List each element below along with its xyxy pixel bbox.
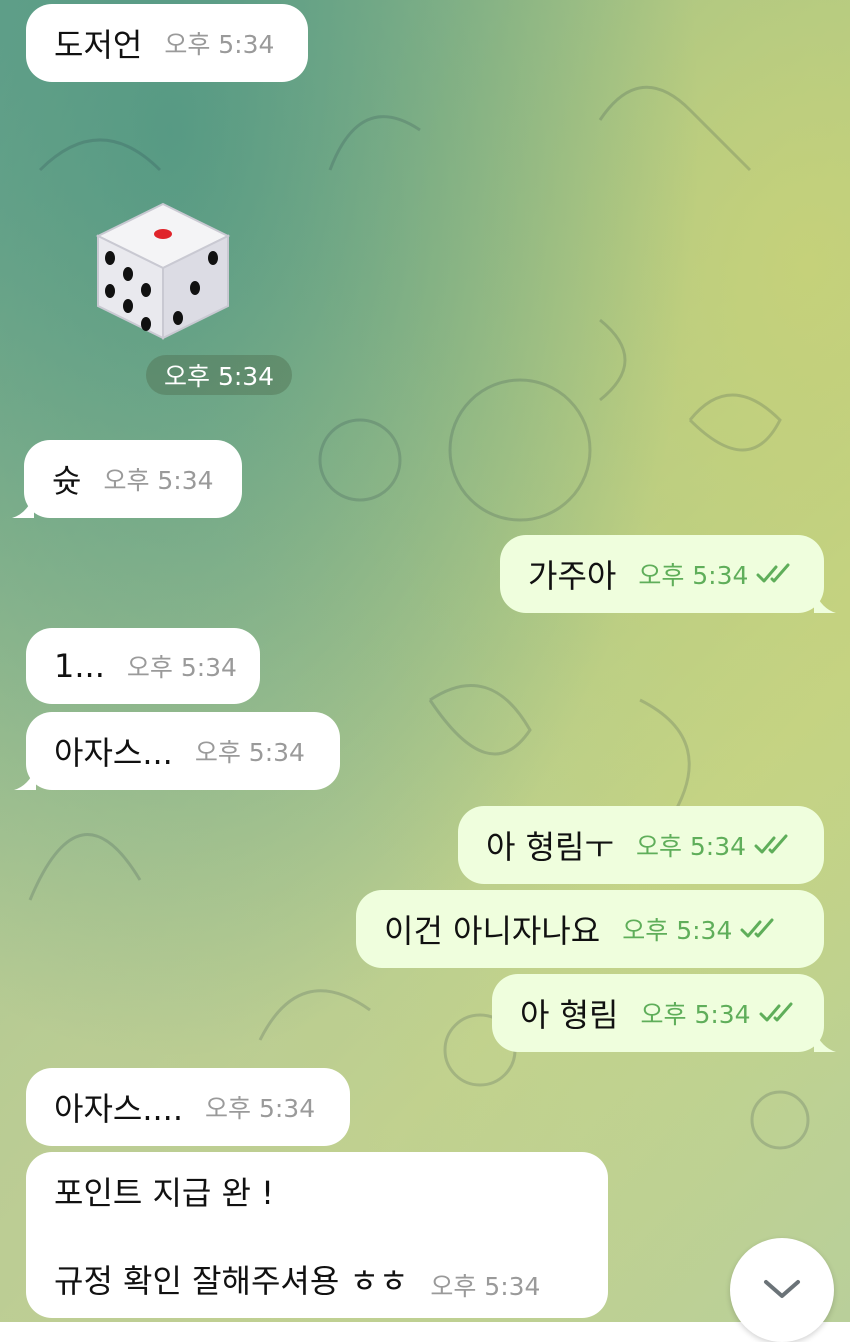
chevron-down-icon bbox=[764, 1280, 800, 1298]
incoming-message[interactable]: 1... 오후 5:34 bbox=[26, 628, 260, 704]
message-text: 아 형림 bbox=[520, 996, 619, 1034]
double-check-icon bbox=[759, 1002, 793, 1022]
message-text-line: 규정 확인 잘해주셔용 ㅎㅎ bbox=[54, 1262, 409, 1300]
outgoing-message[interactable]: 가주아 오후 5:34 bbox=[500, 535, 836, 613]
incoming-message[interactable]: 아자스.... 오후 5:34 bbox=[26, 1068, 350, 1146]
message-time: 오후 5:34 bbox=[194, 738, 305, 767]
message-text: 슛 bbox=[52, 462, 82, 500]
incoming-message[interactable]: 포인트 지급 완 ! 규정 확인 잘해주셔용 ㅎㅎ 오후 5:34 bbox=[26, 1152, 608, 1318]
double-check-icon bbox=[756, 563, 790, 583]
message-text-spacer bbox=[54, 1215, 64, 1259]
message-time: 오후 5:34 bbox=[638, 561, 749, 590]
message-text: 도저언 bbox=[54, 26, 143, 64]
incoming-message[interactable]: 도저언 오후 5:34 bbox=[26, 4, 308, 82]
message-text: 아자스... bbox=[54, 734, 173, 772]
dice-emoji[interactable] bbox=[88, 196, 238, 346]
double-check-icon bbox=[754, 834, 788, 854]
message-time: 오후 5:34 bbox=[164, 30, 275, 59]
message-time: 오후 5:34 bbox=[103, 466, 214, 495]
message-time: 오후 5:34 bbox=[640, 1000, 751, 1029]
bubble-tail bbox=[12, 496, 34, 518]
scroll-to-bottom-button[interactable] bbox=[730, 1238, 834, 1342]
message-text: 1... bbox=[54, 647, 105, 685]
message-time: 오후 5:34 bbox=[635, 832, 747, 861]
outgoing-message[interactable]: 아 형림ㅜ 오후 5:34 bbox=[458, 806, 824, 884]
message-text: 아자스.... bbox=[54, 1090, 184, 1128]
message-time: 오후 5:34 bbox=[205, 1094, 316, 1123]
message-text: 가주아 bbox=[528, 557, 617, 595]
double-check-icon bbox=[740, 918, 774, 938]
incoming-message[interactable]: 슛 오후 5:34 bbox=[12, 440, 242, 518]
message-time: 오후 5:34 bbox=[622, 916, 733, 945]
incoming-message[interactable]: 아자스... 오후 5:34 bbox=[14, 712, 340, 790]
message-time: 오후 5:34 bbox=[126, 653, 237, 682]
message-text: 이건 아니자나요 bbox=[384, 912, 601, 950]
message-text: 아 형림ㅜ bbox=[486, 828, 614, 866]
bubble-tail bbox=[814, 1030, 836, 1052]
bubble-tail bbox=[814, 591, 836, 613]
message-time: 오후 5:34 bbox=[430, 1272, 541, 1301]
bubble-tail bbox=[14, 768, 36, 790]
message-last-row: 규정 확인 잘해주셔용 ㅎㅎ 오후 5:34 bbox=[54, 1259, 540, 1303]
outgoing-message[interactable]: 이건 아니자나요 오후 5:34 bbox=[356, 890, 824, 968]
message-text-line: 포인트 지급 완 ! bbox=[54, 1174, 274, 1212]
dice-time: 오후 5:34 bbox=[146, 355, 293, 395]
outgoing-message[interactable]: 아 형림 오후 5:34 bbox=[492, 974, 836, 1052]
